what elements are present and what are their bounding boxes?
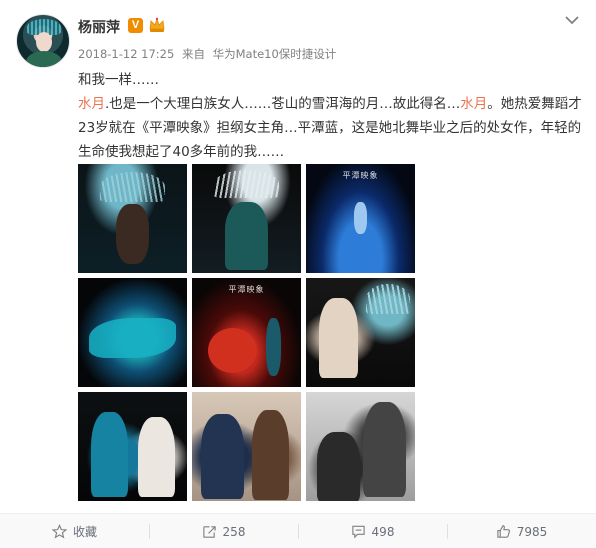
post-time[interactable]: 2018-1-12 17:25 [78, 47, 174, 61]
weibo-post-card: 杨丽萍 V 2018-1-12 17:25 来自 华为Mate10保时捷设计 和… [0, 0, 596, 548]
post-text: 和我一样…… 水月.也是一个大理白族女人……苍山的雪洱海的月…故此得名…水月。她… [78, 68, 583, 164]
topic-link[interactable]: 水月 [78, 96, 105, 112]
person-silhouette [200, 414, 245, 499]
star-icon [51, 524, 67, 539]
comment-icon [351, 525, 365, 539]
photo-1[interactable] [78, 164, 187, 273]
headdress-decoration [99, 172, 166, 202]
post-text-line1: 和我一样…… [78, 72, 159, 88]
repost-count: 258 [222, 524, 246, 539]
dancer-silhouette [91, 412, 129, 497]
dancer-silhouette [319, 298, 359, 378]
share-icon [202, 526, 216, 538]
person-silhouette [362, 402, 407, 497]
photo-grid: 平潭映象 平潭映象 [78, 164, 417, 501]
photo-2[interactable] [192, 164, 301, 273]
like-count: 7985 [516, 524, 548, 539]
user-name[interactable]: 杨丽萍 [78, 17, 120, 37]
headdress-decoration [213, 170, 280, 198]
avatar-face [36, 32, 52, 52]
photo-8[interactable] [192, 392, 301, 501]
headdress-decoration [365, 284, 410, 314]
photo-9[interactable] [306, 392, 415, 501]
repost-button[interactable]: 258 [149, 514, 298, 548]
post-text-body: 水月.也是一个大理白族女人……苍山的雪洱海的月…故此得名…水月。她热爱舞蹈才23… [78, 92, 583, 164]
person-silhouette [316, 432, 361, 501]
like-button[interactable]: 7985 [447, 514, 596, 548]
post-source-prefix: 来自 [181, 47, 205, 61]
topic-link[interactable]: 水月 [460, 96, 487, 112]
favorite-button[interactable]: 收藏 [0, 514, 149, 548]
thumbs-up-icon [497, 525, 510, 538]
photo-6[interactable] [306, 278, 415, 387]
person-silhouette [251, 410, 289, 500]
photo-caption: 平潭映象 [228, 285, 265, 294]
avatar-body [26, 51, 62, 67]
chevron-down-icon[interactable] [564, 14, 580, 26]
photo-7[interactable] [78, 392, 187, 501]
comment-button[interactable]: 498 [298, 514, 447, 548]
comment-count: 498 [371, 524, 395, 539]
dancer-silhouette [224, 202, 269, 270]
photo-5[interactable]: 平潭映象 [192, 278, 301, 387]
dancer-silhouette [353, 202, 368, 234]
red-lion-costume [208, 328, 258, 373]
photo-4[interactable] [78, 278, 187, 387]
favorite-label: 收藏 [72, 525, 97, 539]
avatar[interactable] [16, 14, 70, 68]
dancer-skirt [88, 318, 177, 358]
dancer-silhouette [266, 318, 282, 376]
photo-caption: 平潭映象 [342, 171, 379, 180]
post-meta: 2018-1-12 17:25 来自 华为Mate10保时捷设计 [78, 46, 340, 62]
photo-3[interactable]: 平潭映象 [306, 164, 415, 273]
dancer-silhouette [137, 417, 175, 497]
action-bar: 收藏 258 498 7985 [0, 513, 596, 548]
crown-badge-icon [149, 17, 165, 32]
post-text-part2: .也是一个大理白族女人……苍山的雪洱海的月…故此得名… [105, 96, 461, 112]
post-device[interactable]: 华为Mate10保时捷设计 [213, 47, 337, 61]
verified-badge-icon: V [128, 18, 143, 33]
dancer-silhouette [116, 204, 149, 264]
